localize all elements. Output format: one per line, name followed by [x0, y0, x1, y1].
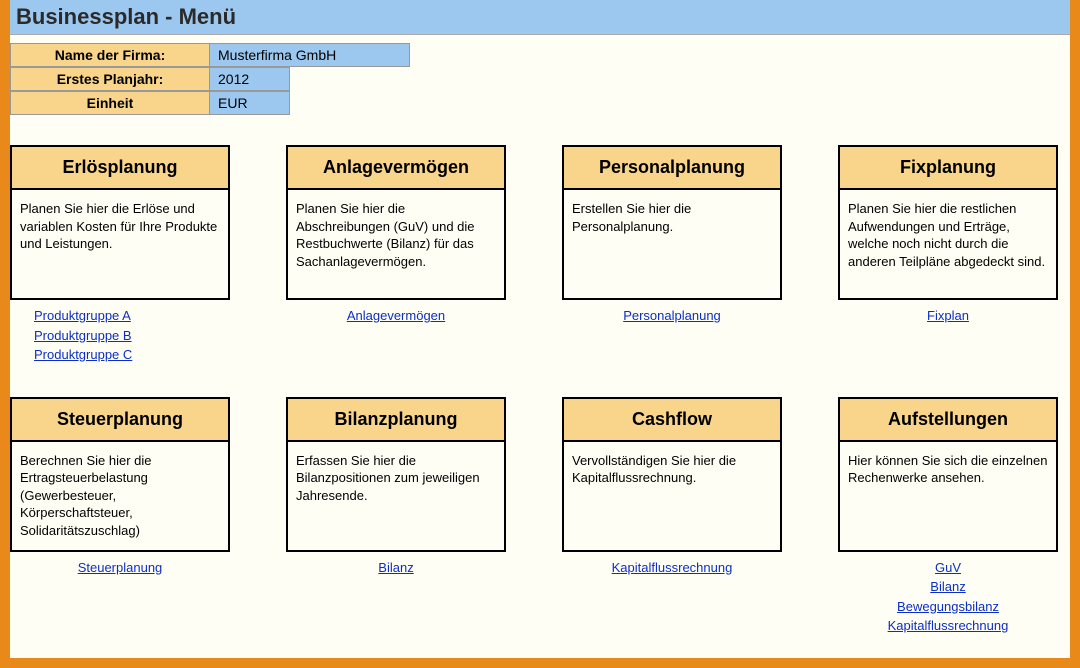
card-cashflow: Cashflow Vervollständigen Sie hier die K…	[562, 397, 782, 636]
meta-label-unit: Einheit	[10, 91, 210, 115]
card-links: Fixplan	[838, 300, 1058, 326]
card-links: Produktgruppe A Produktgruppe B Produktg…	[10, 300, 230, 365]
card-body: Hier können Sie sich die einzelnen Reche…	[838, 442, 1058, 552]
card-title: Erlösplanung	[10, 145, 230, 190]
meta-label-year: Erstes Planjahr:	[10, 67, 210, 91]
meta-row-year: Erstes Planjahr: 2012	[10, 67, 1070, 91]
card-anlagevermoegen: Anlagevermögen Planen Sie hier die Absch…	[286, 145, 506, 365]
meta-value-unit[interactable]: EUR	[210, 91, 290, 115]
meta-value-year[interactable]: 2012	[210, 67, 290, 91]
card-title: Anlagevermögen	[286, 145, 506, 190]
card-body: Erstellen Sie hier die Personalplanung.	[562, 190, 782, 300]
card-bilanzplanung: Bilanzplanung Erfassen Sie hier die Bila…	[286, 397, 506, 636]
meta-row-unit: Einheit EUR	[10, 91, 1070, 115]
card-erloesplanung: Erlösplanung Planen Sie hier die Erlöse …	[10, 145, 230, 365]
card-links: Anlagevermögen	[286, 300, 506, 326]
card-title: Personalplanung	[562, 145, 782, 190]
link-bewegungsbilanz[interactable]: Bewegungsbilanz	[838, 597, 1058, 617]
card-fixplanung: Fixplanung Planen Sie hier die restliche…	[838, 145, 1058, 365]
link-produktgruppe-b[interactable]: Produktgruppe B	[34, 326, 230, 346]
meta-value-company[interactable]: Musterfirma GmbH	[210, 43, 410, 67]
page-title: Businessplan - Menü	[10, 0, 1070, 35]
card-body: Erfassen Sie hier die Bilanzpositionen z…	[286, 442, 506, 552]
card-title: Fixplanung	[838, 145, 1058, 190]
link-guv[interactable]: GuV	[838, 558, 1058, 578]
card-links: Bilanz	[286, 552, 506, 578]
card-row-bottom: Steuerplanung Berechnen Sie hier die Ert…	[10, 397, 1070, 650]
card-title: Bilanzplanung	[286, 397, 506, 442]
card-aufstellungen: Aufstellungen Hier können Sie sich die e…	[838, 397, 1058, 636]
card-body: Vervollständigen Sie hier die Kapitalflu…	[562, 442, 782, 552]
link-kapitalflussrechnung-2[interactable]: Kapitalflussrechnung	[838, 616, 1058, 636]
card-title: Aufstellungen	[838, 397, 1058, 442]
card-body: Planen Sie hier die restlichen Aufwendun…	[838, 190, 1058, 300]
link-steuerplanung[interactable]: Steuerplanung	[10, 558, 230, 578]
link-bilanz-2[interactable]: Bilanz	[838, 577, 1058, 597]
page-frame: Businessplan - Menü Name der Firma: Must…	[0, 0, 1080, 668]
card-links: Steuerplanung	[10, 552, 230, 578]
link-kapitalflussrechnung[interactable]: Kapitalflussrechnung	[562, 558, 782, 578]
card-links: Personalplanung	[562, 300, 782, 326]
card-body: Berechnen Sie hier die Ertragsteuerbelas…	[10, 442, 230, 552]
meta-row-company: Name der Firma: Musterfirma GmbH	[10, 43, 1070, 67]
card-body: Planen Sie hier die Abschreibungen (GuV)…	[286, 190, 506, 300]
link-anlagevermoegen[interactable]: Anlagevermögen	[286, 306, 506, 326]
meta-block: Name der Firma: Musterfirma GmbH Erstes …	[10, 35, 1070, 127]
link-fixplan[interactable]: Fixplan	[838, 306, 1058, 326]
card-links: Kapitalflussrechnung	[562, 552, 782, 578]
card-title: Cashflow	[562, 397, 782, 442]
card-row-top: Erlösplanung Planen Sie hier die Erlöse …	[10, 145, 1070, 379]
card-steuerplanung: Steuerplanung Berechnen Sie hier die Ert…	[10, 397, 230, 636]
card-personalplanung: Personalplanung Erstellen Sie hier die P…	[562, 145, 782, 365]
card-body: Planen Sie hier die Erlöse und variablen…	[10, 190, 230, 300]
card-links: GuV Bilanz Bewegungsbilanz Kapitalflussr…	[838, 552, 1058, 636]
link-personalplanung[interactable]: Personalplanung	[562, 306, 782, 326]
card-title: Steuerplanung	[10, 397, 230, 442]
link-produktgruppe-a[interactable]: Produktgruppe A	[34, 306, 230, 326]
link-bilanz[interactable]: Bilanz	[286, 558, 506, 578]
meta-label-company: Name der Firma:	[10, 43, 210, 67]
link-produktgruppe-c[interactable]: Produktgruppe C	[34, 345, 230, 365]
